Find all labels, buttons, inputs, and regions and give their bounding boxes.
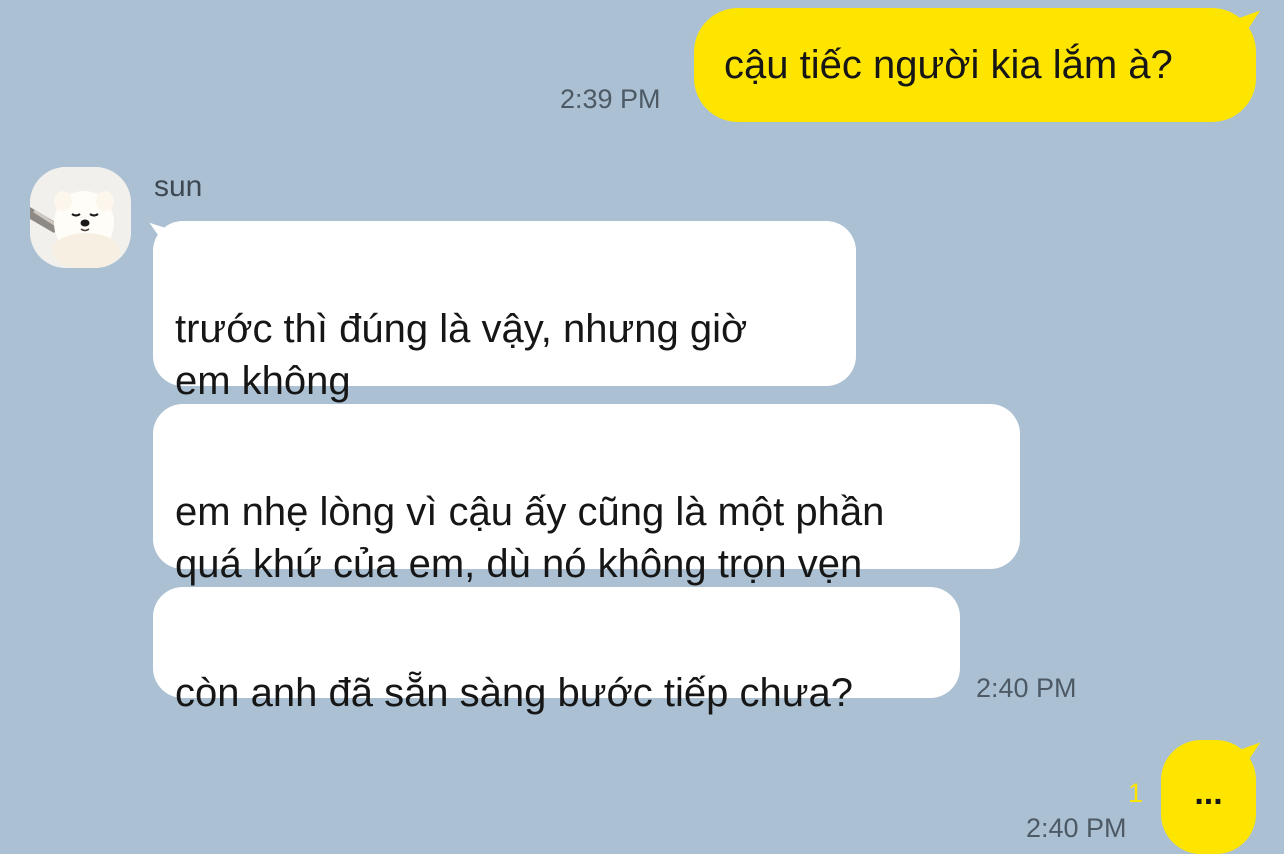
message-timestamp: 2:39 PM	[560, 84, 661, 114]
incoming-message-bubble[interactable]: em nhẹ lòng vì cậu ấy cũng là một phần q…	[153, 404, 1020, 586]
incoming-message-bubble[interactable]: trước thì đúng là vậy, nhưng giờ em khôn…	[153, 221, 856, 403]
avatar[interactable]	[30, 167, 131, 268]
message-timestamp: 2:40 PM	[976, 673, 1077, 703]
bubble-tail	[1237, 742, 1267, 768]
incoming-message-bubble[interactable]: còn anh đã sẵn sàng bước tiếp chưa?	[153, 587, 960, 715]
message-text: trước thì đúng là vậy, nhưng giờ em khôn…	[175, 307, 748, 403]
bubble-tail	[1237, 10, 1267, 36]
message-text: ...	[1194, 774, 1223, 812]
message-text: cậu tiếc người kia lắm à?	[724, 43, 1173, 87]
message-text: còn anh đã sẵn sàng bước tiếp chưa?	[175, 671, 854, 715]
message-timestamp: 2:40 PM	[1026, 813, 1127, 843]
outgoing-message-bubble[interactable]: cậu tiếc người kia lắm à?	[694, 8, 1256, 122]
chat-room: cậu tiếc người kia lắm à? 2:39 PM sun tr…	[0, 0, 1284, 854]
pomeranian-avatar-icon	[30, 167, 131, 268]
message-text: em nhẹ lòng vì cậu ấy cũng là một phần q…	[175, 490, 885, 586]
unread-count-badge: 1	[1128, 778, 1144, 808]
sender-name: sun	[154, 170, 203, 203]
